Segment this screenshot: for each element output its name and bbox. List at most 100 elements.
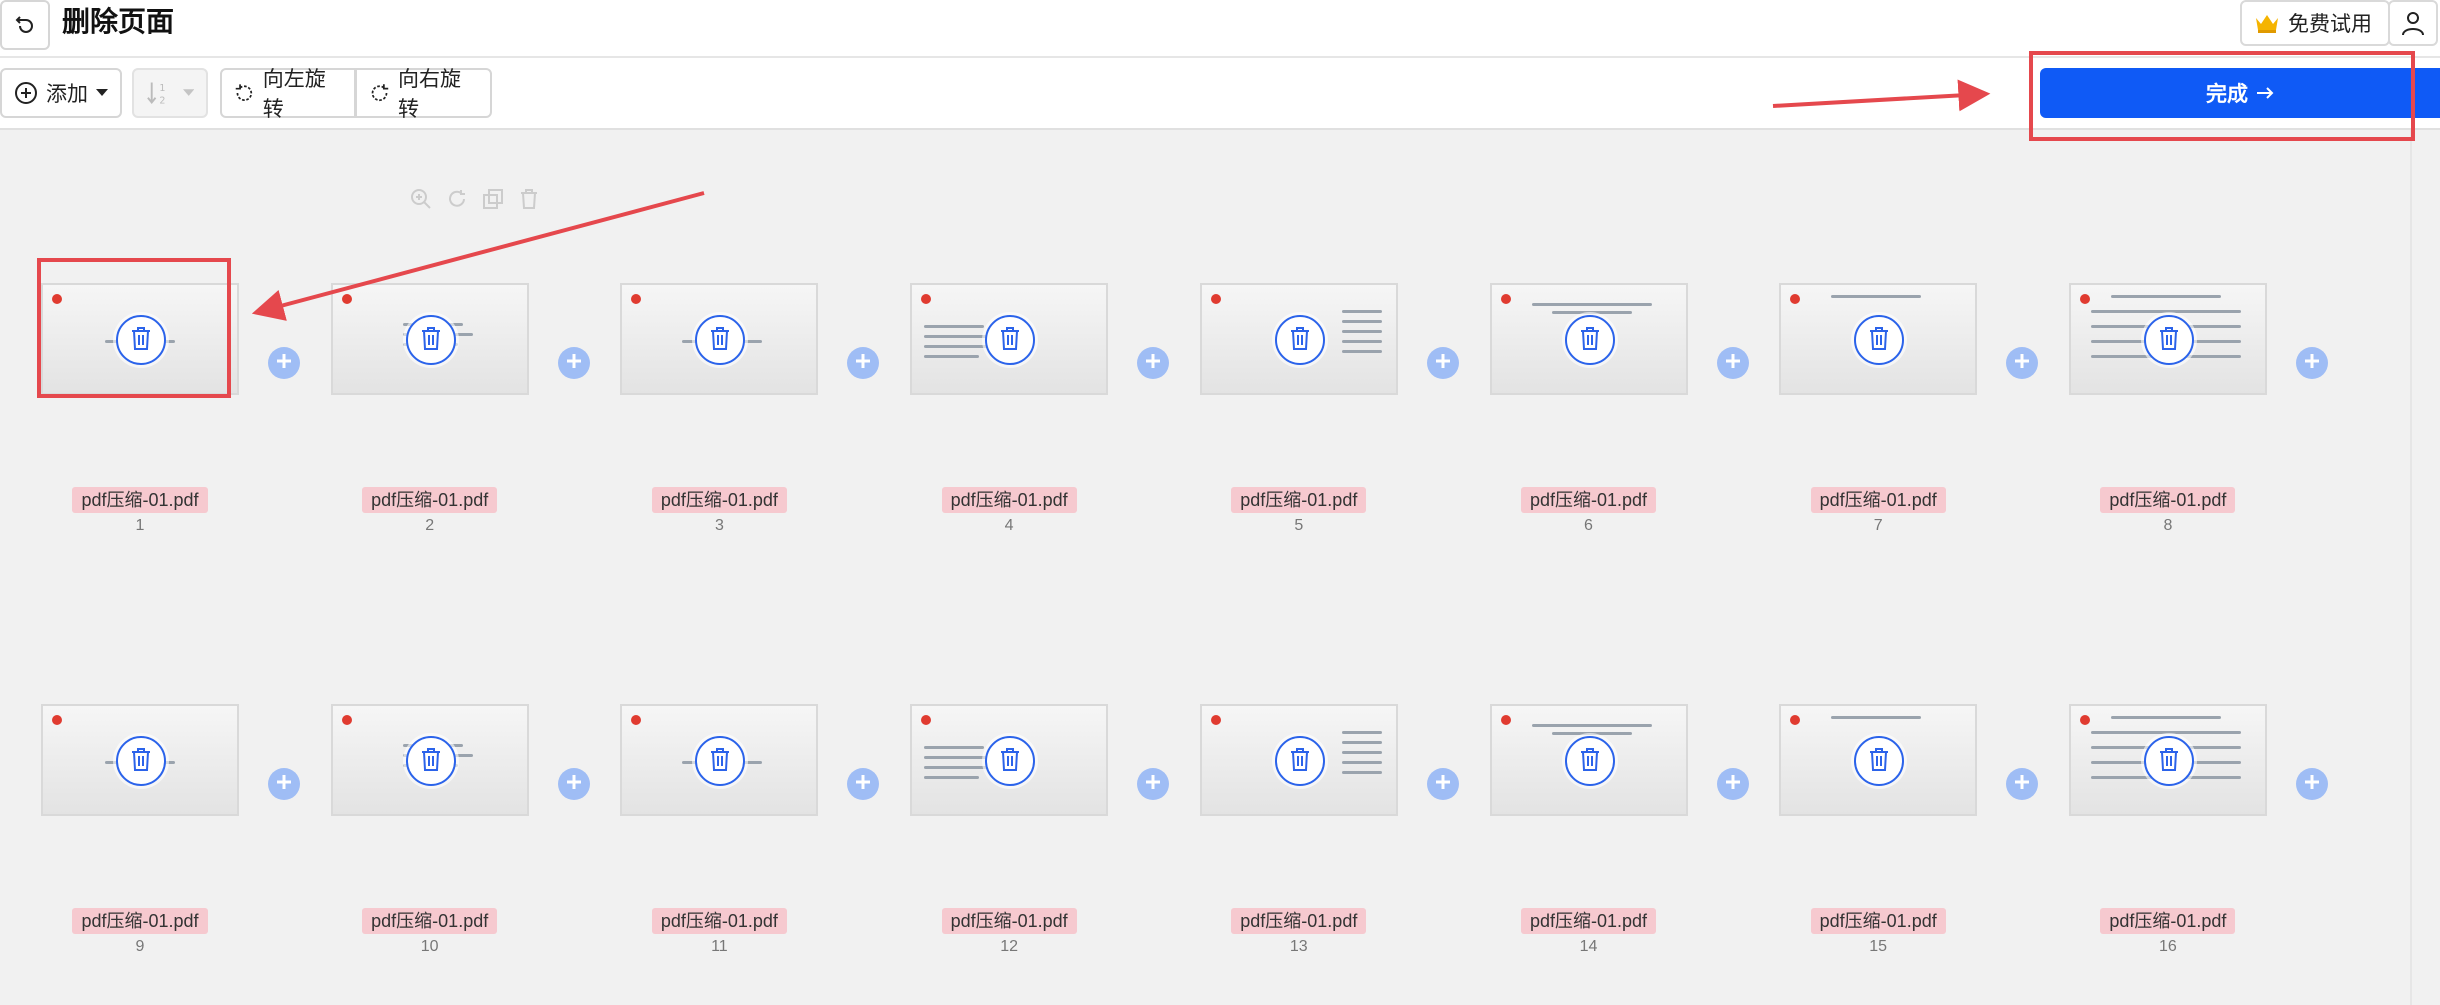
trash-icon xyxy=(518,188,540,210)
delete-page-button[interactable] xyxy=(985,736,1036,786)
trash-icon xyxy=(1867,746,1891,777)
slide-text-line xyxy=(1341,310,1382,313)
slide-text-line xyxy=(1341,340,1382,343)
plus-icon xyxy=(2303,773,2321,796)
slide-text-line xyxy=(1341,771,1382,774)
trash-icon xyxy=(998,325,1022,356)
pdf-badge-icon xyxy=(1500,294,1511,304)
page-filename: pdf压缩-01.pdf xyxy=(1490,487,1688,513)
page-filename-label: pdf压缩-01.pdf xyxy=(1810,487,1946,513)
page-number: 11 xyxy=(711,938,728,955)
insert-page-button[interactable] xyxy=(268,347,300,379)
scrollbar-track[interactable] xyxy=(2410,130,2412,1005)
page-filename: pdf压缩-01.pdf xyxy=(2069,487,2267,513)
page-filename: pdf压缩-01.pdf xyxy=(331,908,529,934)
trash-icon xyxy=(708,325,732,356)
insert-page-button[interactable] xyxy=(1716,768,1749,800)
plus-icon xyxy=(565,352,583,375)
page-filename-label: pdf压缩-01.pdf xyxy=(941,487,1077,513)
insert-page-button[interactable] xyxy=(2006,768,2039,800)
page-number: 8 xyxy=(2163,517,2173,534)
user-account-button[interactable] xyxy=(2388,0,2438,46)
delete-page-button[interactable] xyxy=(116,736,166,786)
slide-text-line xyxy=(1551,732,1632,735)
page-filename: pdf压缩-01.pdf xyxy=(910,487,1108,513)
crown-icon xyxy=(2256,15,2278,33)
undo-icon xyxy=(15,16,33,33)
add-dropdown-button[interactable]: 添加 xyxy=(0,68,122,118)
slide-text-line xyxy=(1341,751,1382,754)
delete-page-button[interactable] xyxy=(1854,315,1905,365)
slide-text-line xyxy=(1831,716,1922,719)
pdf-badge-icon xyxy=(921,294,932,304)
insert-page-button[interactable] xyxy=(268,768,300,800)
plus-icon xyxy=(1434,352,1452,375)
page-filename-label: pdf压缩-01.pdf xyxy=(72,908,208,934)
pdf-badge-icon xyxy=(341,715,352,725)
insert-page-button[interactable] xyxy=(557,347,590,379)
insert-page-button[interactable] xyxy=(1137,768,1170,800)
insert-page-button[interactable] xyxy=(2006,347,2039,379)
slide-text-line xyxy=(924,335,995,338)
insert-page-button[interactable] xyxy=(1426,768,1459,800)
page-title: 删除页面 xyxy=(62,6,175,37)
delete-page-button[interactable] xyxy=(1854,736,1905,786)
insert-page-button[interactable] xyxy=(1426,347,1459,379)
delete-page-button[interactable] xyxy=(405,736,456,786)
page-grid xyxy=(0,130,2440,1005)
insert-page-button[interactable] xyxy=(1137,347,1170,379)
sort-order-button[interactable]: 12 xyxy=(132,68,208,118)
page-number: 10 xyxy=(420,938,439,955)
rotate-left-button[interactable]: 向左旋转 xyxy=(220,68,356,121)
insert-page-button[interactable] xyxy=(2295,347,2328,379)
page-number: 15 xyxy=(1869,938,1888,955)
delete-page-button[interactable] xyxy=(1274,315,1325,365)
delete-page-button[interactable] xyxy=(1564,736,1615,786)
delete-page-button[interactable] xyxy=(1564,315,1615,365)
pdf-badge-icon xyxy=(1210,294,1221,304)
insert-page-button[interactable] xyxy=(1716,347,1749,379)
slide-text-line xyxy=(1531,303,1652,306)
page-filename: pdf压缩-01.pdf xyxy=(41,908,239,934)
page-filename: pdf压缩-01.pdf xyxy=(1779,487,1977,513)
page-number: 2 xyxy=(425,517,435,534)
delete-page-button[interactable] xyxy=(2143,315,2194,365)
free-trial-button[interactable]: 免费试用 xyxy=(2240,0,2390,46)
trash-icon xyxy=(1578,746,1602,777)
slide-text-line xyxy=(1341,761,1382,764)
add-label: 添加 xyxy=(46,83,88,106)
page-filename-label: pdf压缩-01.pdf xyxy=(2100,487,2236,513)
back-button[interactable] xyxy=(0,0,50,50)
pdf-badge-icon xyxy=(2079,715,2090,725)
page-number: 13 xyxy=(1289,938,1308,955)
plus-icon xyxy=(1144,773,1162,796)
pdf-badge-icon xyxy=(341,294,352,304)
rotate-right-button[interactable]: 向右旋转 xyxy=(355,68,492,121)
app-header: 删除页面 免费试用 xyxy=(0,0,2440,58)
page-number: 4 xyxy=(1004,517,1014,534)
insert-page-button[interactable] xyxy=(2295,768,2328,800)
plus-icon xyxy=(854,352,872,375)
page-filename: pdf压缩-01.pdf xyxy=(1200,908,1398,934)
delete-page-button[interactable] xyxy=(405,315,456,365)
page-filename: pdf压缩-01.pdf xyxy=(2069,908,2267,934)
plus-icon xyxy=(275,352,293,375)
page-number: 7 xyxy=(1873,517,1883,534)
slide-text-line xyxy=(2090,310,2241,313)
caret-down-icon xyxy=(96,89,108,96)
page-filename: pdf压缩-01.pdf xyxy=(910,908,1108,934)
delete-page-button[interactable] xyxy=(2143,736,2194,786)
pdf-badge-icon xyxy=(52,715,62,725)
delete-page-button[interactable] xyxy=(1274,736,1325,786)
slide-text-line xyxy=(924,756,995,759)
page-hover-tools xyxy=(410,188,540,210)
plus-icon xyxy=(2013,773,2031,796)
insert-page-button[interactable] xyxy=(557,768,590,800)
pdf-badge-icon xyxy=(1500,715,1511,725)
page-number: 6 xyxy=(1584,517,1593,534)
selected-page-highlight xyxy=(37,258,231,398)
slide-text-line xyxy=(1531,724,1652,727)
delete-page-button[interactable] xyxy=(985,315,1036,365)
page-filename-label: pdf压缩-01.pdf xyxy=(1520,908,1657,934)
caret-down-icon xyxy=(182,89,194,96)
